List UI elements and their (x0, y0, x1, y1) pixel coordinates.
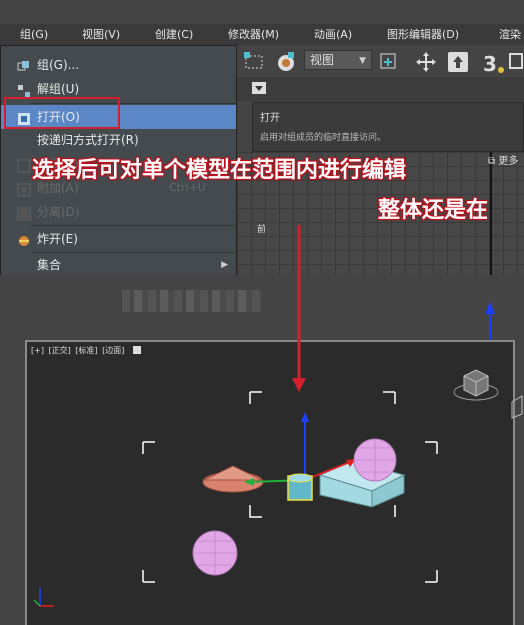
axis-tripod-icon (33, 588, 54, 607)
view-cube-icon[interactable] (453, 369, 499, 401)
scene-overlay (33, 225, 523, 607)
world-axis-icon (485, 302, 495, 340)
partial-object-icon (511, 395, 523, 419)
annotation-arrow (292, 225, 306, 392)
sphere-object (353, 438, 397, 482)
sphere-object (192, 530, 238, 576)
